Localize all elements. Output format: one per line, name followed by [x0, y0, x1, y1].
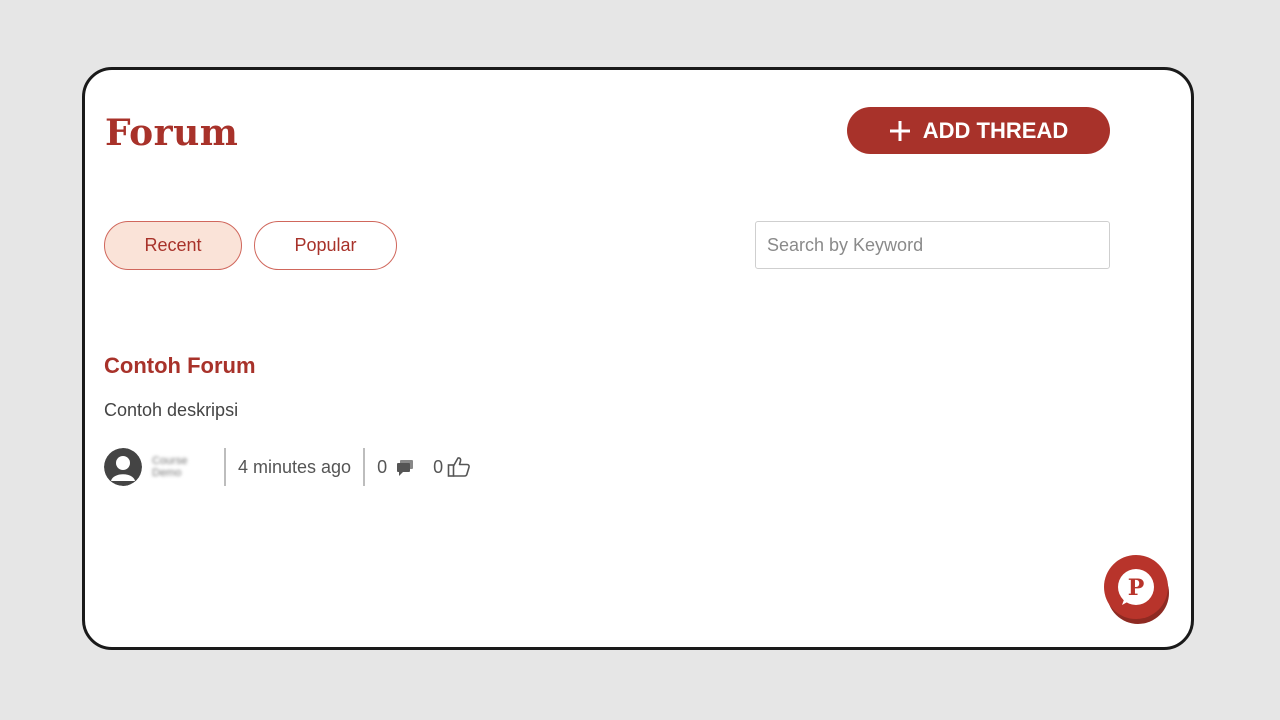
tab-recent[interactable]: Recent — [104, 221, 242, 270]
chat-widget-icon[interactable]: P — [1103, 553, 1171, 625]
user-avatar-icon — [104, 448, 142, 486]
add-thread-button[interactable]: ADD THREAD — [847, 107, 1110, 154]
thread-title[interactable]: Contoh Forum — [104, 353, 256, 379]
thread-time: 4 minutes ago — [238, 456, 352, 477]
svg-text:P: P — [1128, 575, 1145, 601]
thread-author: Course Demo — [152, 455, 188, 479]
forum-window: Forum ADD THREAD Recent Popular Contoh F… — [82, 67, 1194, 650]
page-title: Forum — [105, 112, 239, 154]
meta-divider — [363, 448, 366, 486]
comment-icon[interactable] — [395, 457, 415, 477]
thread-description: Contoh deskripsi — [104, 400, 239, 420]
comment-count: 0 — [377, 456, 388, 477]
thumbs-up-icon[interactable] — [447, 456, 471, 478]
add-thread-label: ADD THREAD — [922, 117, 1069, 143]
thread-meta: Course Demo 4 minutes ago 0 0 — [104, 447, 471, 487]
plus-icon — [889, 120, 910, 141]
tab-popular[interactable]: Popular — [254, 221, 397, 270]
meta-divider — [224, 448, 226, 486]
like-count: 0 — [433, 456, 444, 477]
search-input[interactable] — [755, 221, 1110, 269]
thread-sort-tabs: Recent Popular — [104, 221, 397, 270]
